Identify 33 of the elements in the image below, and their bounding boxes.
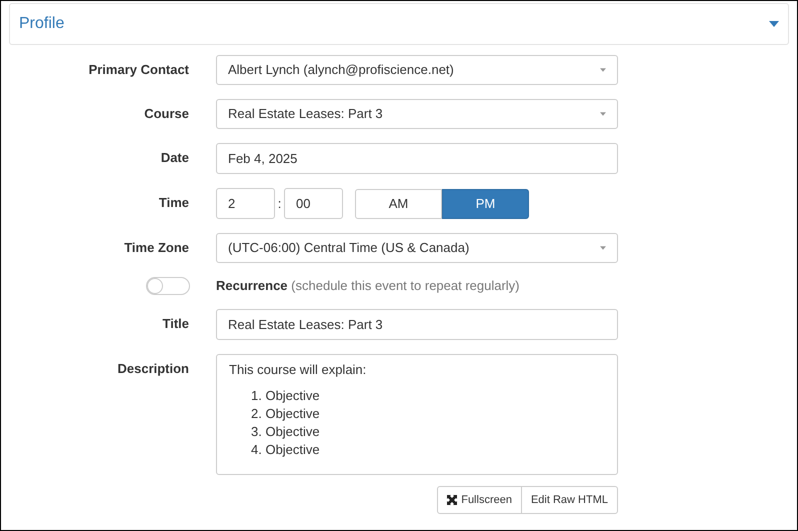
field-label: Title: [162, 315, 189, 333]
field-label: Date: [160, 149, 189, 167]
meridiem-button[interactable]: PM: [442, 189, 529, 219]
list-item: 4. Objective: [250, 441, 321, 459]
field-label: Primary Contact: [88, 61, 189, 79]
editor-area[interactable]: This course will explain: 1. Objective 2. Objective 3. Objective 4. Objective: [216, 354, 618, 475]
panel-title: Profile: [19, 14, 64, 34]
raw-html-button[interactable]: Edit Raw HTML: [520, 486, 618, 514]
input-field[interactable]: Feb 4, 2025: [216, 143, 618, 174]
editor-text: This course will explain:: [229, 361, 368, 379]
fullscreen-button[interactable]: Fullscreen: [437, 486, 522, 514]
caret-icon: [600, 68, 606, 72]
input-field[interactable]: Real Estate Leases: Part 3: [216, 309, 618, 340]
select-field[interactable]: Albert Lynch (alynch@profiscience.net): [216, 55, 618, 85]
select-field[interactable]: Real Estate Leases: Part 3: [216, 99, 618, 129]
select-field[interactable]: (UTC-06:00) Central Time (US & Canada): [216, 233, 618, 263]
hour-field[interactable]: 2: [216, 188, 275, 219]
recurrence-toggle[interactable]: [146, 277, 190, 295]
caret-icon: [600, 246, 606, 250]
expand-icon: [447, 495, 458, 505]
minute-field[interactable]: 00: [284, 188, 343, 219]
field-label: Description: [117, 360, 189, 378]
field-label: Time: [158, 194, 189, 212]
time-separator: :: [276, 194, 282, 213]
field-label: Course: [144, 105, 189, 123]
recurrence-label: Recurrence (schedule this event to repeat regularly): [216, 277, 520, 295]
meridiem-button[interactable]: AM: [355, 189, 442, 219]
panel-header[interactable]: Profile: [9, 3, 789, 45]
caret-icon: [600, 112, 606, 116]
field-label: Time Zone: [124, 239, 189, 257]
list-item: 1. Objective: [250, 387, 321, 405]
list-item: 3. Objective: [250, 423, 321, 441]
list-item: 2. Objective: [250, 405, 321, 423]
